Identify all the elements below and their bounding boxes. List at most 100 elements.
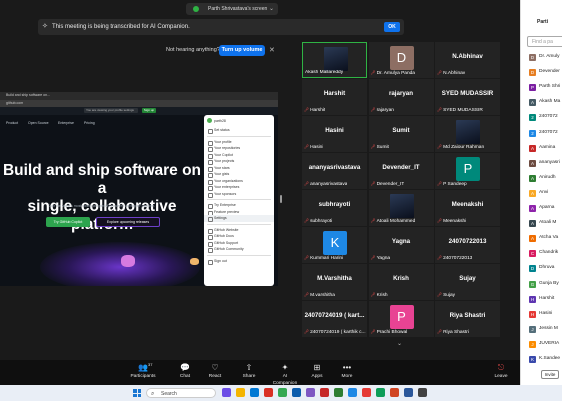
participant-video-tile[interactable]: P 🎤︎Prachi Bhowal bbox=[368, 301, 434, 337]
participant-video-tile[interactable]: M.Varshitha 🎤︎M.varshitha bbox=[302, 264, 367, 300]
participant-video-tile[interactable]: D 🎤︎Dr. Amulya Panda bbox=[368, 42, 434, 78]
github-nav-product[interactable]: Product bbox=[6, 121, 18, 125]
participant-video-tile[interactable]: Sujay 🎤︎Sujay bbox=[435, 264, 500, 300]
participants-button[interactable]: 👥 37 Participants bbox=[128, 362, 158, 380]
menu-item[interactable]: GitHub Community bbox=[204, 246, 274, 253]
excel-icon[interactable] bbox=[376, 388, 385, 397]
ai-companion-button[interactable]: ✦ AI Companion bbox=[270, 362, 300, 387]
participant-name-label: 🎤︎Prachi Bhowal bbox=[371, 329, 408, 335]
participant-video-tile[interactable]: subhrayoti 🎤︎subhrayoti bbox=[302, 190, 367, 226]
word-icon[interactable] bbox=[404, 388, 413, 397]
react-button[interactable]: ♡ React bbox=[200, 362, 230, 380]
participant-video-tile[interactable]: Harshit 🎤︎Harshit bbox=[302, 79, 367, 115]
taskbar-search-input[interactable]: ⌕ Search bbox=[146, 388, 216, 398]
participant-video-tile[interactable]: N.Abhinav 🎤︎N.Abhinav bbox=[435, 42, 500, 78]
participant-list-item[interactable]: P Parth Shri bbox=[526, 81, 562, 94]
participant-list-item[interactable]: G Gunja By bbox=[526, 278, 562, 291]
try-copilot-button[interactable]: Try GitHub Copilot bbox=[46, 217, 90, 227]
menu-item-settings[interactable]: Settings bbox=[204, 215, 274, 222]
participant-list-item[interactable]: A Aamina bbox=[526, 142, 562, 155]
participant-name: Prachi Bhowal bbox=[376, 330, 408, 335]
participant-list-item[interactable]: H Hasini bbox=[526, 308, 562, 321]
menu-item[interactable]: Sign out bbox=[204, 258, 274, 264]
app-icon[interactable] bbox=[334, 388, 343, 397]
participant-list-item[interactable]: H Harshit bbox=[526, 293, 562, 306]
participant-list-item[interactable]: Aananyasri bbox=[526, 157, 562, 170]
participant-video-tile[interactable]: P 🎤︎P Sandeep bbox=[435, 153, 500, 189]
windows-start-icon[interactable] bbox=[133, 389, 141, 397]
participant-list-item[interactable]: 2 2407072 bbox=[526, 111, 562, 124]
participant-video-tile[interactable]: 🎤︎Md Zaiour Rahman bbox=[435, 116, 500, 152]
app-icon[interactable] bbox=[306, 388, 315, 397]
browser-tab[interactable]: Build and ship software on... bbox=[6, 93, 50, 97]
avatar: D bbox=[529, 265, 536, 273]
participant-video-tile[interactable]: 24070724019 ( kart... 🎤︎24070724019 ( kar… bbox=[302, 301, 367, 337]
screen-share-indicator[interactable]: Parth Shrivastava's screen ⌄ bbox=[186, 3, 278, 15]
chrome-icon[interactable] bbox=[278, 388, 287, 397]
chat-button[interactable]: 💬 Chat bbox=[170, 362, 200, 380]
participant-video-tile[interactable]: Riya Shastri 🎤︎Riya Shastri bbox=[435, 301, 500, 337]
participant-list-item[interactable]: A Aparna bbox=[526, 202, 562, 215]
close-icon[interactable]: ✕ bbox=[269, 46, 275, 54]
more-button[interactable]: ••• More bbox=[332, 362, 362, 380]
participant-list-item[interactable]: K K.Sandee bbox=[526, 353, 562, 366]
participant-video-tile[interactable]: ananyasrivastava 🎤︎ananyasrivastava bbox=[302, 153, 367, 189]
participant-list-item[interactable]: D Devender bbox=[526, 66, 562, 79]
app-icon[interactable] bbox=[348, 388, 357, 397]
split-handle[interactable] bbox=[280, 195, 282, 203]
participant-list-item[interactable]: A Anvi bbox=[526, 187, 562, 200]
apps-button[interactable]: ⊞ Apps bbox=[302, 362, 332, 380]
participant-video-tile[interactable]: Akash Mallareddy bbox=[302, 42, 367, 78]
github-signin-hint: You are viewing your profile settings bbox=[84, 108, 138, 113]
powerpoint-icon[interactable] bbox=[390, 388, 399, 397]
participant-video-tile[interactable]: Devender_IT 🎤︎Devender_IT bbox=[368, 153, 434, 189]
app-icon[interactable] bbox=[222, 388, 231, 397]
menu-item[interactable]: Set status bbox=[204, 127, 274, 134]
participant-search-input[interactable]: Find a pa bbox=[527, 36, 562, 47]
app-icon[interactable] bbox=[362, 388, 371, 397]
github-signup-button[interactable]: Sign up bbox=[142, 108, 156, 113]
participant-list-item[interactable]: A Atcha Va bbox=[526, 232, 562, 245]
zoom-icon[interactable] bbox=[292, 388, 301, 397]
folder-icon[interactable] bbox=[236, 388, 245, 397]
participant-list-item[interactable]: C Chandrik bbox=[526, 247, 562, 260]
participant-list-item[interactable]: A Atoali M bbox=[526, 217, 562, 230]
edge-icon[interactable] bbox=[250, 388, 259, 397]
turn-up-volume-button[interactable]: Turn up volume bbox=[219, 45, 265, 56]
chevron-down-icon[interactable]: ⌄ bbox=[397, 340, 402, 347]
github-nav-pricing[interactable]: Pricing bbox=[84, 121, 95, 125]
avatar: A bbox=[529, 99, 536, 107]
participant-video bbox=[456, 120, 480, 144]
participant-video-tile[interactable]: Yagna 🎤︎Yagna bbox=[368, 227, 434, 263]
participant-list-item[interactable]: J JUVERIA bbox=[526, 338, 562, 351]
participant-list-item[interactable]: D Dr. Amuly bbox=[526, 51, 562, 64]
app-icon[interactable] bbox=[320, 388, 329, 397]
app-icon[interactable] bbox=[264, 388, 273, 397]
menu-item[interactable]: Your sponsors bbox=[204, 191, 274, 197]
participant-list-item[interactable]: A Anirudh bbox=[526, 172, 562, 185]
github-nav-enterprise[interactable]: Enterprise bbox=[58, 121, 74, 125]
participant-video-tile[interactable]: Sumit 🎤︎Sumit bbox=[368, 116, 434, 152]
explore-releases-button[interactable]: Explore upcoming releases bbox=[96, 217, 160, 227]
participant-name-label: 🎤︎Dr. Amulya Panda bbox=[371, 70, 415, 76]
participant-video-tile[interactable]: SYED MUDASSIR 🎤︎SYED MUDASSIR bbox=[435, 79, 500, 115]
participant-video-tile[interactable]: K 🎤︎Kummari Harini bbox=[302, 227, 367, 263]
participant-list-item[interactable]: A Akash Ma bbox=[526, 96, 562, 109]
participant-video-tile[interactable]: rajaryan 🎤︎rajaryan bbox=[368, 79, 434, 115]
participant-video-tile[interactable]: Krish 🎤︎Krish bbox=[368, 264, 434, 300]
app-icon[interactable] bbox=[418, 388, 427, 397]
browser-url[interactable]: github.com bbox=[6, 101, 23, 105]
participant-display-name: 24070724019 ( kart... bbox=[304, 312, 365, 319]
participant-video-tile[interactable]: 🎤︎Atoali Mohammed bbox=[368, 190, 434, 226]
participant-video-tile[interactable]: 24070722013 🎤︎24070722013 bbox=[435, 227, 500, 263]
invite-button[interactable]: Invite bbox=[541, 370, 559, 379]
share-button[interactable]: ⇧ Share bbox=[234, 362, 264, 380]
participant-video-tile[interactable]: Hasini 🎤︎Hasini bbox=[302, 116, 367, 152]
participant-list-item[interactable]: D Dhruva bbox=[526, 262, 562, 275]
banner-ok-button[interactable]: OK bbox=[384, 22, 400, 32]
leave-button[interactable]: ⎋ Leave bbox=[486, 362, 516, 380]
participant-list-item[interactable]: J Jessin M bbox=[526, 323, 562, 336]
github-nav-open-source[interactable]: Open Source bbox=[28, 121, 49, 125]
participant-video-tile[interactable]: Meenakshi 🎤︎Meenakshi bbox=[435, 190, 500, 226]
participant-list-item[interactable]: 2 2407072 bbox=[526, 127, 562, 140]
